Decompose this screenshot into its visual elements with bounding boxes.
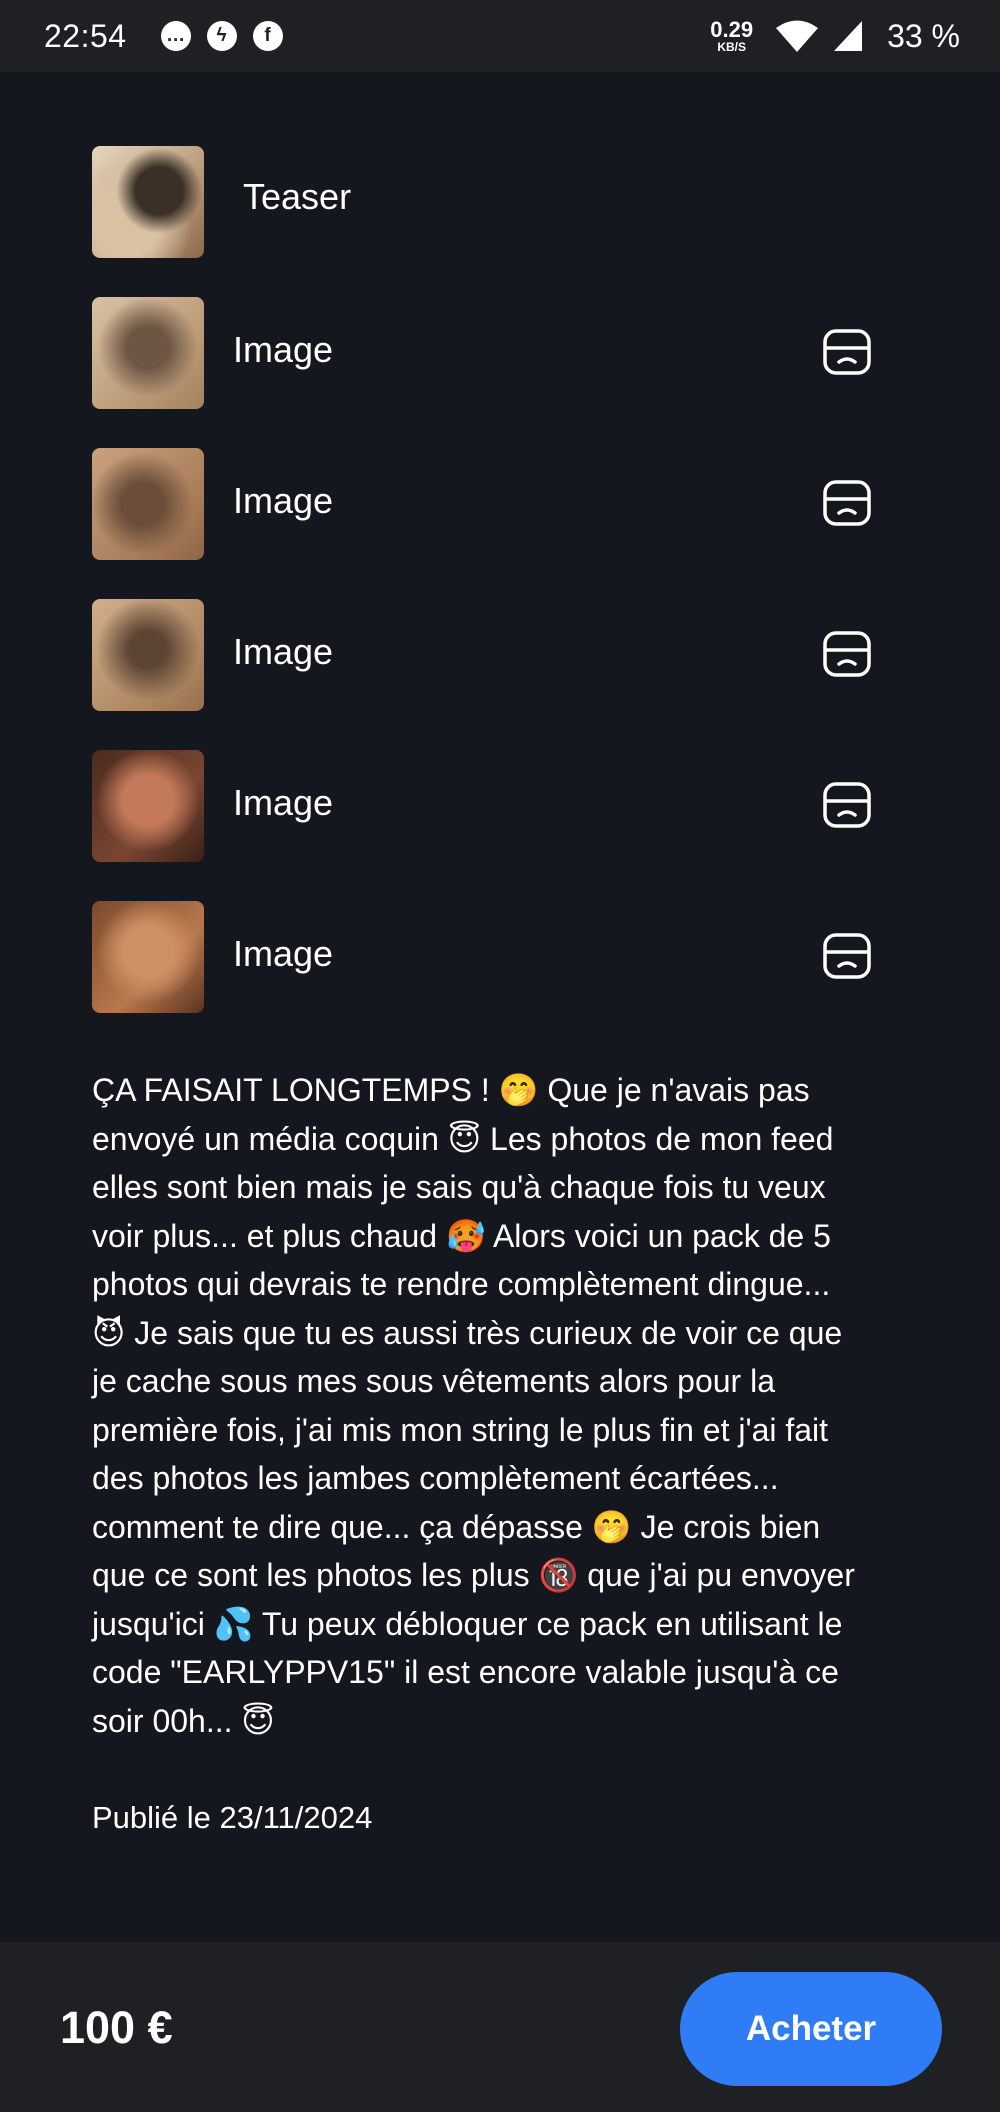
locked-media-icon[interactable] bbox=[822, 931, 872, 981]
buy-button[interactable]: Acheter bbox=[680, 1972, 942, 2086]
price-label: 100 € bbox=[60, 2002, 173, 2053]
media-label: Image bbox=[233, 782, 334, 823]
media-label: Image bbox=[233, 480, 334, 521]
locked-media-icon[interactable] bbox=[822, 629, 872, 679]
battery-level: 33 % bbox=[887, 17, 960, 54]
locked-media-icon[interactable] bbox=[822, 780, 872, 830]
network-speed-unit: KB/S bbox=[717, 40, 746, 54]
media-item[interactable]: Image bbox=[92, 297, 882, 448]
media-thumbnail bbox=[92, 750, 204, 862]
teaser-row[interactable]: Teaser bbox=[92, 146, 882, 297]
facebook-icon: f bbox=[252, 21, 283, 51]
media-label: Image bbox=[233, 933, 334, 974]
status-time: 22:54 bbox=[44, 17, 127, 54]
wifi-icon bbox=[776, 20, 819, 52]
media-label: Image bbox=[233, 329, 334, 370]
post-description: ÇA FAISAIT LONGTEMPS ! 🤭 Que je n'avais … bbox=[92, 1072, 855, 1739]
network-speed: 0.29 KB/S bbox=[710, 17, 754, 54]
locked-media-icon[interactable] bbox=[822, 478, 872, 528]
locked-media-icon[interactable] bbox=[822, 327, 872, 377]
purchase-bar: 100 € Acheter bbox=[0, 1942, 1000, 2112]
media-thumbnail bbox=[92, 599, 204, 711]
teaser-label: Teaser bbox=[243, 176, 352, 217]
messenger-icon: ϟ bbox=[206, 21, 237, 51]
media-item[interactable]: Image bbox=[92, 750, 882, 901]
message-bubble-icon: … bbox=[160, 21, 191, 51]
media-item[interactable]: Image bbox=[92, 448, 882, 599]
signal-icon bbox=[834, 21, 863, 51]
status-bar-left: 22:54 … ϟ f bbox=[44, 18, 283, 55]
media-thumbnail bbox=[92, 297, 204, 409]
media-list: Teaser Image Image Image Image Image bbox=[92, 146, 882, 1052]
teaser-thumbnail[interactable] bbox=[92, 146, 204, 258]
media-item[interactable]: Image bbox=[92, 599, 882, 750]
media-label: Image bbox=[233, 631, 334, 672]
media-thumbnail bbox=[92, 901, 204, 1013]
published-date: Publié le 23/11/2024 bbox=[92, 1800, 373, 1835]
status-bar: 22:54 … ϟ f 0.29 KB/S 33 % bbox=[0, 0, 1000, 72]
media-item[interactable]: Image bbox=[92, 901, 882, 1052]
status-bar-right: 0.29 KB/S 33 % bbox=[710, 18, 960, 55]
network-speed-value: 0.29 bbox=[710, 17, 754, 42]
media-thumbnail bbox=[92, 448, 204, 560]
